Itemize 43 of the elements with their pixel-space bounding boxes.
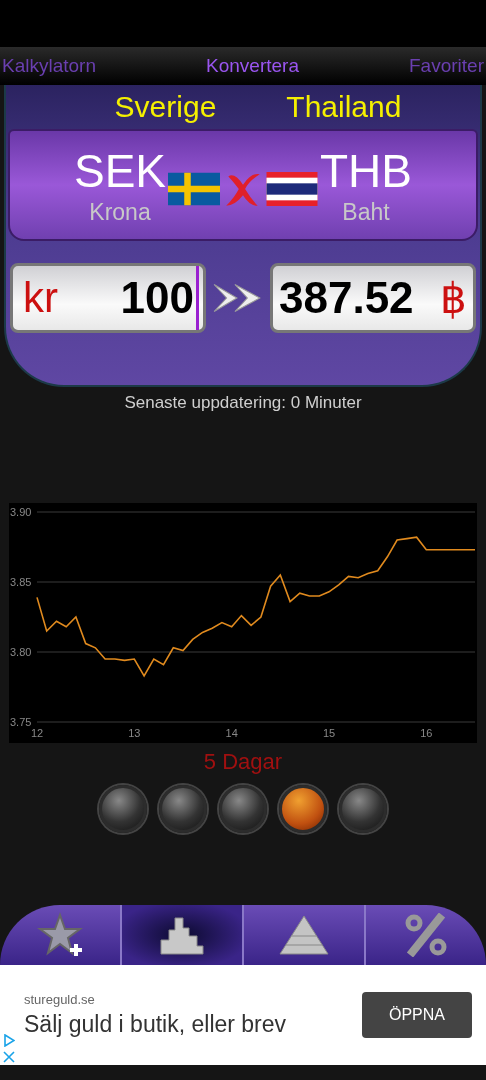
ad-headline: Sälj guld i butik, eller brev	[24, 1011, 288, 1038]
thailand-flag-icon	[266, 172, 318, 206]
ad-domain: stureguld.se	[24, 992, 96, 1007]
axis-label: 3.90	[10, 506, 32, 518]
percent-icon	[404, 913, 448, 957]
star-plus-icon	[36, 912, 84, 958]
amount-value: 100	[119, 273, 194, 323]
to-country: Thailand	[286, 90, 402, 124]
axis-label: 3.75	[10, 716, 32, 728]
close-icon[interactable]	[3, 1051, 15, 1063]
currency-symbol: kr	[23, 274, 58, 322]
axis-label: 16	[420, 727, 433, 739]
tab[interactable]: Konvertera	[204, 55, 301, 77]
currency-code: THB	[320, 144, 412, 197]
axis-label: 13	[128, 727, 141, 739]
amount-field[interactable]: kr 100	[10, 263, 206, 333]
axis-label: 15	[322, 727, 336, 739]
period-button[interactable]	[219, 785, 267, 833]
period-button[interactable]	[279, 785, 327, 833]
tab[interactable]: Kalkylatorn	[0, 55, 98, 77]
last-update-text: Senaste uppdatering: 0 Minuter	[123, 393, 363, 414]
period-button[interactable]	[99, 785, 147, 833]
currency-name: Krona	[89, 198, 151, 226]
bar-chart-icon	[157, 914, 207, 956]
currency-pair-card[interactable]: SEK Krona THB Baht	[8, 129, 478, 241]
from-country: Sverige	[114, 90, 217, 124]
currency-symbol: ฿	[440, 273, 467, 323]
currency-code: SEK	[73, 144, 166, 197]
period-label: 5 Dagar	[202, 749, 284, 775]
sweden-flag-icon	[168, 172, 220, 206]
pyramid-icon	[278, 914, 330, 956]
ad-choices-icon[interactable]	[3, 1034, 15, 1047]
result-value: 387.52	[279, 273, 414, 323]
period-button[interactable]	[159, 785, 207, 833]
open-button[interactable]: ÖPPNA	[362, 992, 472, 1038]
chart-nav-button[interactable]	[120, 905, 242, 965]
axis-label: 12	[30, 727, 44, 739]
tab[interactable]: Favoriter	[407, 55, 486, 77]
axis-label: 3.85	[10, 576, 32, 588]
axis-label: 14	[225, 727, 238, 739]
period-button[interactable]	[339, 785, 387, 833]
currency-name: Baht	[342, 198, 390, 226]
axis-label: 3.80	[10, 646, 32, 658]
